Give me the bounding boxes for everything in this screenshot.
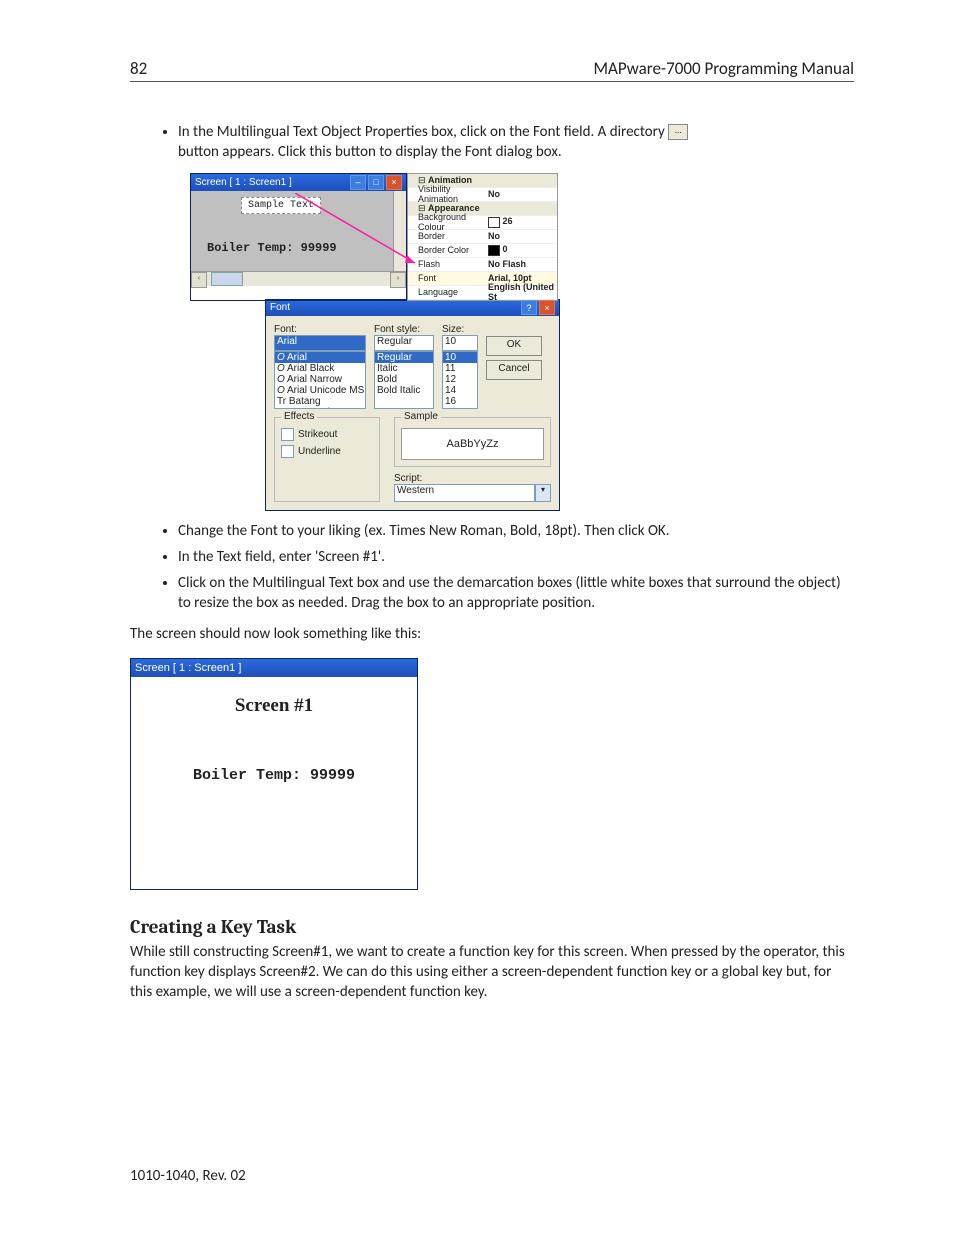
- close-icon[interactable]: ×: [386, 175, 402, 190]
- close-icon[interactable]: ×: [539, 300, 555, 315]
- screenshot-result: Screen [ 1 : Screen1 ] Screen #1 Boiler …: [130, 658, 418, 890]
- screen-designer-window: Screen [ 1 : Screen1 ] – □ × Sample Text…: [190, 173, 407, 301]
- ok-button[interactable]: OK: [486, 336, 542, 356]
- section-body: While still constructing Screen#1, we wa…: [130, 942, 854, 1003]
- horizontal-scrollbar[interactable]: ‹ ›: [191, 271, 406, 286]
- sample-preview: AaBbYyZz: [401, 428, 544, 460]
- bullet-2: Change the Font to your liking (ex. Time…: [178, 521, 854, 541]
- style-label: Font style:: [374, 324, 434, 335]
- bullet-4: Click on the Multilingual Text box and u…: [178, 573, 854, 614]
- strikeout-checkbox[interactable]: Strikeout: [281, 428, 373, 441]
- screen-title-text: Screen #1: [131, 677, 417, 717]
- font-list[interactable]: O Arial O Arial Black O Arial Narrow O A…: [274, 351, 366, 409]
- size-list[interactable]: 10 11 12 14 16 18 20: [442, 351, 478, 409]
- dialog-title: Font: [270, 302, 290, 313]
- font-input[interactable]: Arial: [274, 335, 366, 351]
- sample-group: Sample AaBbYyZz: [394, 417, 551, 467]
- script-select[interactable]: Western ▾: [394, 484, 551, 502]
- ellipsis-icon: …: [668, 124, 688, 140]
- screenshot-font-dialog: Screen [ 1 : Screen1 ] – □ × Sample Text…: [190, 173, 558, 511]
- sample-text-object[interactable]: Sample Text: [241, 197, 321, 214]
- bullets-top: In the Multilingual Text Object Properti…: [178, 122, 854, 163]
- chevron-down-icon[interactable]: ▾: [535, 484, 551, 502]
- size-label: Size:: [442, 324, 478, 335]
- font-dialog: Font ? × Font: Arial O Arial O Arial Bla…: [265, 299, 560, 511]
- properties-panel: Animation Visibility AnimationNo Appeara…: [407, 173, 558, 301]
- para-result: The screen should now look something lik…: [130, 624, 854, 644]
- doc-title: MAPware-7000 Programming Manual: [594, 58, 854, 79]
- minimize-icon[interactable]: –: [350, 175, 366, 190]
- font-label: Font:: [274, 324, 366, 335]
- window-title: Screen [ 1 : Screen1 ]: [195, 177, 292, 188]
- bullet-3: In the Text field, enter 'Screen #1'.: [178, 547, 854, 567]
- maximize-icon[interactable]: □: [368, 175, 384, 190]
- script-label: Script:: [394, 473, 422, 484]
- page-number: 82: [130, 58, 147, 79]
- help-icon[interactable]: ?: [521, 300, 537, 315]
- page-header: 82 MAPware-7000 Programming Manual: [130, 58, 854, 82]
- scroll-right-icon[interactable]: ›: [390, 272, 406, 288]
- footer-revision: 1010-1040, Rev. 02: [130, 1167, 246, 1185]
- effects-group: Effects Strikeout Underline: [274, 417, 380, 502]
- bullets-mid: Change the Font to your liking (ex. Time…: [178, 521, 854, 614]
- style-input[interactable]: Regular: [374, 335, 434, 351]
- window-title: Screen [ 1 : Screen1 ]: [135, 662, 241, 674]
- cancel-button[interactable]: Cancel: [486, 360, 542, 380]
- bullet-1: In the Multilingual Text Object Properti…: [178, 122, 854, 163]
- vertical-scrollbar[interactable]: [393, 191, 406, 271]
- size-input[interactable]: 10: [442, 335, 478, 351]
- boiler-temp-label: Boiler Temp: 99999: [131, 717, 417, 784]
- boiler-temp-label: Boiler Temp: 99999: [207, 241, 337, 255]
- style-list[interactable]: Regular Italic Bold Bold Italic: [374, 351, 434, 409]
- underline-checkbox[interactable]: Underline: [281, 445, 373, 458]
- section-heading: Creating a Key Task: [130, 916, 854, 938]
- scroll-left-icon[interactable]: ‹: [191, 272, 207, 288]
